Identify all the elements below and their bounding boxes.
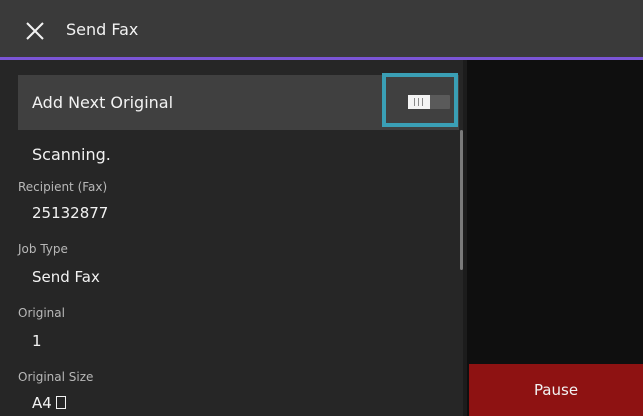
portrait-page-icon: [55, 396, 66, 409]
toggle-knob[interactable]: [408, 95, 430, 109]
original-value: 1: [32, 332, 42, 350]
original-size-text: A4: [32, 394, 52, 412]
page-title: Send Fax: [66, 20, 139, 39]
add-next-original-label: Add Next Original: [32, 93, 174, 112]
add-next-original-toggle[interactable]: [408, 95, 450, 109]
job-type-label: Job Type: [18, 242, 68, 256]
original-size-value: A4: [32, 393, 66, 413]
close-icon: [26, 22, 44, 40]
recipient-label: Recipient (Fax): [18, 180, 108, 194]
pause-button[interactable]: Pause: [469, 364, 643, 416]
app-header: Send Fax: [0, 0, 643, 60]
close-button[interactable]: [24, 20, 46, 42]
preview-area: [467, 60, 643, 416]
job-type-value: Send Fax: [32, 268, 100, 286]
recipient-value: 25132877: [32, 204, 109, 222]
original-size-label: Original Size: [18, 370, 94, 384]
job-details-panel[interactable]: Add Next Original Scanning. Recipient (F…: [0, 60, 463, 416]
scrollbar[interactable]: [460, 130, 463, 270]
job-status: Scanning.: [32, 145, 111, 164]
add-next-original-toggle-highlight: [382, 73, 458, 127]
original-label: Original: [18, 306, 65, 320]
